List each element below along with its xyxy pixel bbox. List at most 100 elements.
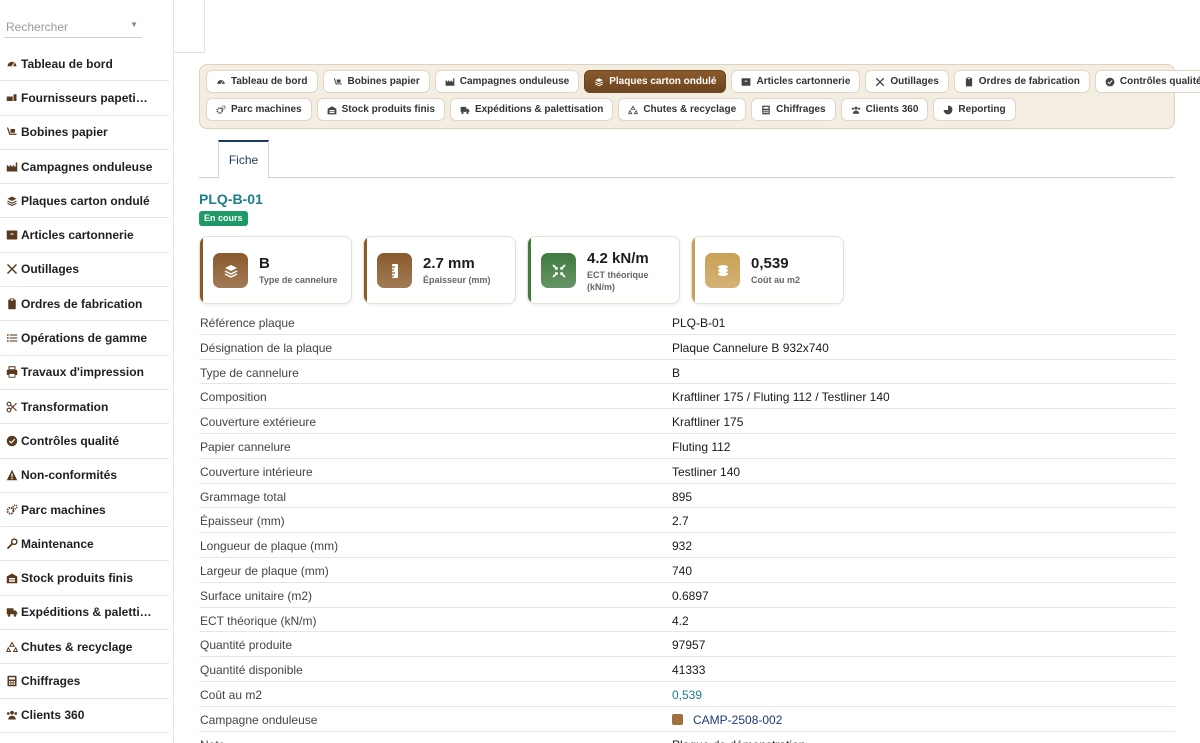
truck-loading-icon [6, 94, 17, 101]
sidebar-item[interactable]: Non-conformités [0, 459, 169, 493]
sidebar-item-label: Bobines papier [21, 125, 108, 140]
sidebar-item[interactable]: Plaques carton ondulé [0, 184, 169, 219]
module-nav-label: Expéditions & palettisation [474, 104, 604, 115]
module-nav-pill[interactable]: Outillages [865, 70, 949, 93]
sidebar-item[interactable]: Maintenance [0, 527, 169, 562]
module-nav-pill[interactable]: Contrôles qualité [1094, 70, 1200, 93]
scissors-icon [6, 401, 17, 413]
tab-fiche[interactable]: Fiche [218, 140, 269, 178]
sidebar-item[interactable]: Chutes & recyclage [0, 630, 169, 665]
layer-group-icon [7, 196, 17, 206]
sidebar-item[interactable]: Fournisseurs papeti… [0, 81, 169, 116]
module-nav-pill[interactable]: Campagnes onduleuse [434, 70, 580, 93]
detail-row: Surface unitaire (m2) 0.6897 [199, 583, 1175, 608]
sidebar-item[interactable]: Opérations de gamme [0, 321, 169, 356]
module-nav-pill[interactable]: Expéditions & palettisation [449, 98, 614, 121]
calculator-icon [7, 675, 17, 687]
detail-row: Campagne onduleuse CAMP-2508-002 [199, 707, 1175, 732]
detail-value-text: PLQ-B-01 [672, 316, 726, 330]
detail-value: Kraftliner 175 [672, 415, 743, 429]
detail-value-text: Plaque de démonstration [672, 738, 805, 743]
sidebar-item[interactable]: Outillages [0, 253, 169, 288]
detail-table: Référence plaque PLQ-B-01 Désignation de l… [199, 310, 1175, 743]
detail-value-text: B [672, 365, 681, 380]
sidebar-item[interactable]: Contrôles qualité [0, 424, 169, 459]
detail-value: Testliner 140 [672, 465, 740, 479]
sidebar-item-label: Maintenance [21, 536, 94, 551]
module-nav-pill[interactable]: Ordres de fabrication [953, 70, 1090, 93]
module-nav-label: Contrôles qualité [1119, 76, 1200, 87]
gauge-icon [7, 61, 17, 67]
sidebar-item[interactable]: Transformation [0, 390, 169, 425]
sidebar-item[interactable]: Chiffrages [0, 664, 169, 699]
sidebar-item-label: Expéditions & paletti… [21, 605, 152, 620]
chevron-down-icon[interactable]: ▼ [130, 20, 138, 29]
sidebar-item[interactable]: Parc machines [0, 493, 169, 528]
ruler-icon [377, 253, 412, 288]
layer-group-icon [595, 77, 604, 86]
detail-value: 0.6897 [672, 589, 709, 603]
kpi-value: B [259, 255, 270, 272]
sidebar-item[interactable]: Tableau de bord [0, 47, 169, 82]
search-select[interactable]: Rechercher ▼ [4, 14, 142, 38]
module-nav-pill[interactable]: Parc machines [206, 98, 312, 121]
kpi-accent-bar [692, 237, 695, 303]
detail-label: Grammage total [200, 489, 287, 504]
detail-value-text: Kraftliner 175 [672, 415, 744, 430]
sidebar-item[interactable]: Articles cartonnerie [0, 218, 169, 253]
clipboard-icon [965, 76, 972, 86]
module-nav-label: Reporting [958, 104, 1006, 115]
module-nav-pill[interactable]: Bobines papier [322, 70, 430, 93]
users-icon [851, 106, 860, 114]
module-nav-pill[interactable]: Tableau de bord [206, 70, 318, 93]
module-nav-label: Bobines papier [347, 76, 420, 87]
detail-label: Quantité disponible [200, 663, 303, 678]
sidebar-item-label: Clients 360 [21, 708, 85, 723]
module-nav-pill[interactable]: Stock produits finis [316, 98, 445, 121]
sidebar-item-label: Opérations de gamme [21, 331, 148, 346]
sidebar-item[interactable]: Expéditions & paletti… [0, 596, 169, 631]
kpi-value: 2.7 mm [423, 255, 475, 272]
box-icon [742, 77, 751, 86]
module-nav-label: Plaques carton ondulé [609, 76, 717, 87]
sidebar-item-label: Chiffrages [21, 673, 81, 688]
sidebar-item-label: Fournisseurs papeti… [21, 90, 148, 105]
detail-label: Couverture extérieure [200, 415, 317, 430]
detail-value-text: 97957 [672, 638, 706, 653]
module-nav-label: Articles cartonnerie [756, 76, 851, 87]
detail-value-text: Plaque Cannelure B 932x740 [672, 340, 829, 355]
kpi-card-ect: 4.2 kN/m ECT théorique (kN/m) [527, 236, 680, 304]
sidebar-item[interactable]: Travaux d'impression [0, 356, 169, 390]
detail-value-text: 932 [672, 539, 693, 554]
detail-row: Type de cannelure B [199, 360, 1175, 385]
detail-value-text: 895 [672, 489, 693, 504]
dolly-icon [333, 77, 342, 84]
sidebar-item[interactable]: Ordres de fabrication [0, 287, 169, 322]
detail-value: Kraftliner 175 / Fluting 112 / Testliner… [672, 390, 890, 404]
module-nav-label: Tableau de bord [231, 76, 308, 87]
status-badge: En cours [199, 211, 248, 226]
module-nav-pill[interactable]: Reporting [933, 98, 1016, 121]
detail-value[interactable]: CAMP-2508-002 [672, 713, 782, 727]
kpi-accent-bar [200, 237, 203, 303]
sidebar-item[interactable]: Clients 360 [0, 699, 169, 733]
module-nav-label: Stock produits finis [341, 104, 435, 115]
industry-icon [445, 77, 455, 86]
sidebar-item[interactable]: Campagnes onduleuse [0, 150, 169, 185]
module-nav-pill[interactable]: Articles cartonnerie [731, 70, 861, 93]
coins-icon [717, 264, 728, 276]
sidebar-item[interactable]: Stock produits finis [0, 561, 169, 596]
module-nav-label: Clients 360 [865, 104, 919, 115]
warehouse-icon [327, 105, 336, 114]
detail-row: Coût au m2 0,539 [199, 682, 1175, 707]
cogs-icon [216, 104, 226, 114]
detail-row: Note Plaque de démonstration [199, 732, 1175, 743]
sidebar-item[interactable]: Bobines papier [0, 116, 169, 150]
module-nav-pill[interactable]: Plaques carton ondulé [584, 70, 727, 93]
detail-value: 41333 [672, 663, 705, 677]
module-nav-pill[interactable]: Clients 360 [840, 98, 929, 121]
module-nav-pill[interactable]: Chutes & recyclage [618, 98, 747, 121]
module-nav-label: Outillages [890, 76, 939, 87]
module-nav-pill[interactable]: Chiffrages [751, 98, 836, 121]
kpi-label: ECT théorique (kN/m) [587, 270, 649, 292]
